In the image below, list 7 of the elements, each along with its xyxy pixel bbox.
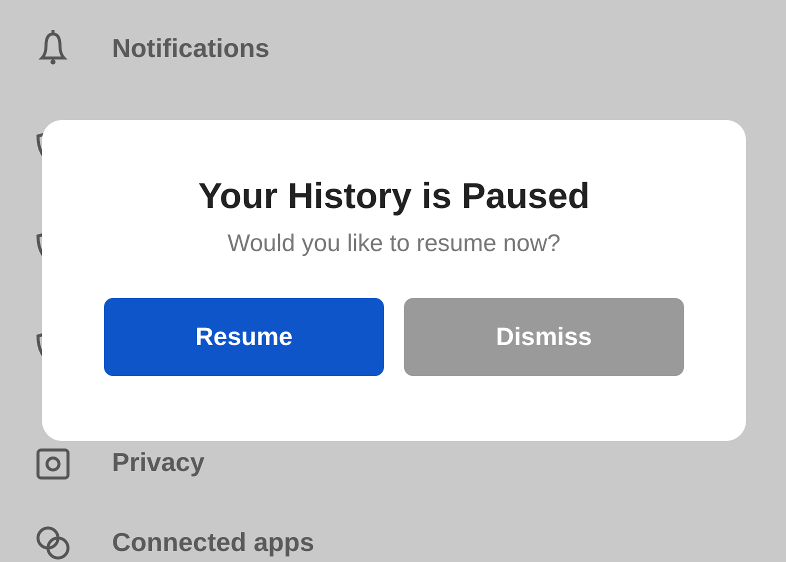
resume-button[interactable]: Resume	[104, 298, 384, 376]
settings-item-label[interactable]: Privacy	[112, 442, 205, 482]
dialog-message: Would you like to resume now?	[227, 230, 561, 258]
dialog-title: Your History is Paused	[198, 176, 590, 216]
settings-item-label[interactable]: Notifications	[112, 28, 270, 68]
dismiss-button[interactable]: Dismiss	[404, 298, 684, 376]
settings-item-label[interactable]: Connected apps	[112, 522, 314, 562]
